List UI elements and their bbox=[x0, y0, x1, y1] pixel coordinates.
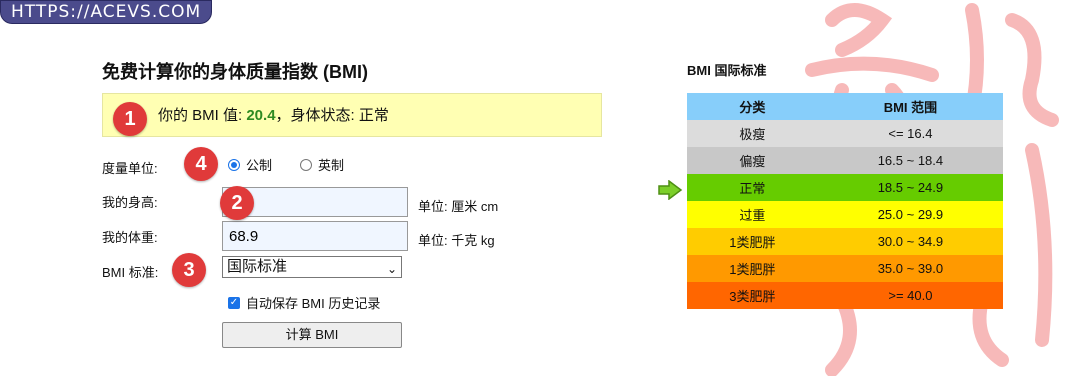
chevron-down-icon: ⌄ bbox=[386, 262, 397, 276]
radio-metric-label[interactable]: 公制 bbox=[246, 155, 272, 174]
height-label: 我的身高: bbox=[102, 195, 158, 210]
page-title: 免费计算你的身体质量指数 (BMI) bbox=[102, 62, 368, 82]
table-row: 3类肥胖 >= 40.0 bbox=[687, 282, 1003, 309]
height-unit: 单位: 厘米 cm bbox=[418, 199, 499, 214]
table-row: 过重 25.0 ~ 29.9 bbox=[687, 201, 1003, 228]
row-range: 18.5 ~ 24.9 bbox=[877, 180, 944, 195]
weight-label: 我的体重: bbox=[102, 230, 158, 245]
autosave-label[interactable]: 自动保存 BMI 历史记录 bbox=[246, 293, 380, 312]
table-row: 极瘦 <= 16.4 bbox=[687, 120, 1003, 147]
row-category: 正常 bbox=[739, 181, 766, 196]
row-range: 30.0 ~ 34.9 bbox=[877, 234, 944, 249]
bmi-standard-table: 分类 BMI 范围 极瘦 <= 16.4 偏瘦 16.5 ~ 18.4 正常 18.5 ~… bbox=[687, 93, 1003, 309]
autosave-row: ✓ 自动保存 BMI 历史记录 bbox=[228, 293, 380, 312]
row-category: 1类肥胖 bbox=[729, 235, 776, 250]
row-range: 25.0 ~ 29.9 bbox=[877, 207, 944, 222]
standard-label: BMI 标准: bbox=[102, 265, 159, 280]
row-category: 1类肥胖 bbox=[729, 262, 776, 277]
table-header-row: 分类 BMI 范围 bbox=[687, 93, 1003, 120]
header-range: BMI 范围 bbox=[817, 93, 1003, 120]
table-row: 1类肥胖 30.0 ~ 34.9 bbox=[687, 228, 1003, 255]
row-range: >= 40.0 bbox=[888, 288, 933, 303]
current-row-arrow-icon bbox=[658, 180, 683, 200]
marker-3: 3 bbox=[172, 253, 206, 287]
row-range: 35.0 ~ 39.0 bbox=[877, 261, 944, 276]
weight-unit: 单位: 千克 kg bbox=[418, 233, 495, 248]
radio-imperial[interactable] bbox=[300, 158, 313, 171]
radio-metric[interactable] bbox=[228, 158, 240, 171]
result-box: 你的 BMI 值: 20.4，身体状态: 正常 bbox=[102, 93, 602, 137]
marker-4: 4 bbox=[184, 147, 218, 181]
marker-2: 2 bbox=[220, 186, 254, 220]
body-status: 正常 bbox=[358, 107, 389, 124]
marker-1: 1 bbox=[113, 102, 147, 136]
table-row: 1类肥胖 35.0 ~ 39.0 bbox=[687, 255, 1003, 282]
row-range: 16.5 ~ 18.4 bbox=[877, 153, 944, 168]
row-category: 偏瘦 bbox=[739, 154, 766, 169]
bmi-value: 20.4 bbox=[246, 107, 276, 124]
watermark-badge: HTTPS://ACEVS.COM bbox=[0, 0, 213, 24]
row-category: 3类肥胖 bbox=[729, 289, 776, 304]
row-category: 极瘦 bbox=[739, 127, 766, 142]
standard-select[interactable]: 国际标准 ⌄ bbox=[222, 256, 402, 278]
table-row: 偏瘦 16.5 ~ 18.4 bbox=[687, 147, 1003, 174]
standard-select-value: 国际标准 bbox=[227, 258, 288, 275]
radio-imperial-label[interactable]: 英制 bbox=[318, 155, 344, 174]
result-mid: ，身体状态: bbox=[275, 107, 355, 124]
header-category: 分类 bbox=[687, 93, 818, 120]
table-title: BMI 国际标准 bbox=[687, 63, 767, 78]
row-category: 过重 bbox=[739, 208, 766, 223]
autosave-checkbox[interactable]: ✓ bbox=[228, 296, 240, 309]
row-range: <= 16.4 bbox=[888, 126, 933, 141]
weight-input[interactable] bbox=[222, 221, 408, 251]
result-prefix: 你的 BMI 值: bbox=[158, 107, 243, 124]
calculate-button[interactable]: 计算 BMI bbox=[222, 322, 402, 348]
unit-label: 度量单位: bbox=[102, 161, 158, 176]
table-row: 正常 18.5 ~ 24.9 bbox=[687, 174, 1003, 201]
unit-radio-group: 公制 英制 bbox=[228, 155, 344, 174]
